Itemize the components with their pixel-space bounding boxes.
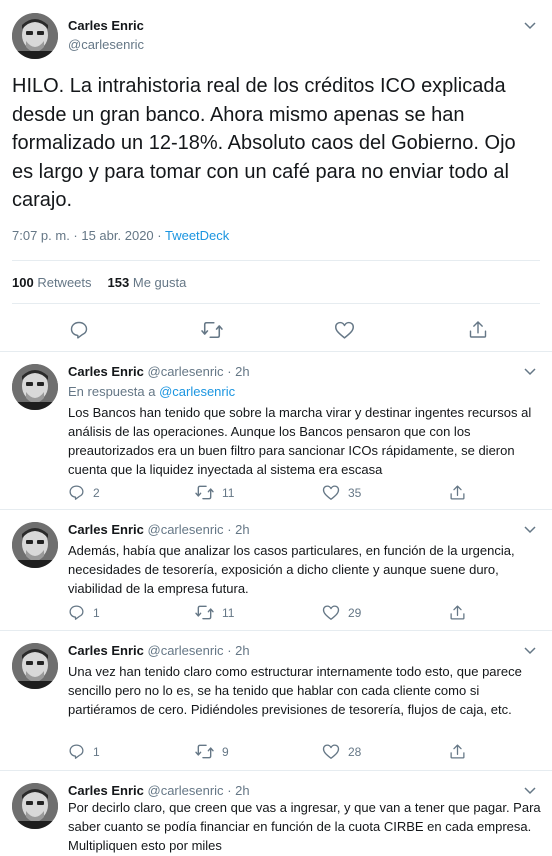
chevron-down-icon[interactable] (522, 783, 538, 799)
like-button[interactable]: 35 (322, 484, 361, 501)
reply-time[interactable]: · 2h (227, 783, 249, 798)
reply-icon[interactable] (69, 320, 89, 340)
author-name[interactable]: Carles Enric (68, 364, 144, 379)
author-handle[interactable]: @carlesenric (148, 522, 224, 537)
retweet-button[interactable]: 11 (195, 604, 234, 621)
share-icon[interactable] (468, 319, 488, 340)
reply-icon (69, 485, 84, 500)
reply-count: 2 (93, 485, 100, 500)
like-count: 29 (348, 605, 362, 620)
chevron-down-icon[interactable] (522, 643, 538, 659)
like-button[interactable]: 29 (322, 604, 361, 621)
like-count: 28 (348, 744, 362, 759)
avatar[interactable] (12, 364, 58, 410)
retweets-stat[interactable]: 100 Retweets (12, 275, 92, 290)
reply-header: Carles Enric @carlesenric · 2h (68, 643, 250, 658)
likes-count: 153 (107, 275, 130, 290)
retweets-label: Retweets (37, 275, 92, 290)
reply-text: Una vez han tenido claro como estructura… (68, 664, 522, 717)
reply-tweet[interactable]: Carles Enric @carlesenric · 2h Una vez h… (0, 631, 552, 771)
retweet-icon (195, 605, 214, 620)
author-name[interactable]: Carles Enric (68, 18, 144, 33)
share-icon (450, 485, 465, 500)
divider (12, 303, 540, 304)
tweet-meta: 7:07 p. m. · 15 abr. 2020 · TweetDeck (12, 228, 229, 243)
reply-actions: 2 11 35 (68, 484, 488, 502)
reply-text: Además, había que analizar los casos par… (68, 543, 515, 596)
retweets-count: 100 (12, 275, 34, 290)
author-name[interactable]: Carles Enric (68, 643, 144, 658)
share-button[interactable] (449, 743, 466, 760)
retweet-count: 9 (222, 744, 229, 759)
retweet-icon[interactable] (201, 320, 223, 340)
author-handle[interactable]: @carlesenric (148, 643, 224, 658)
tweet-text: HILO. La intrahistoria real de los crédi… (12, 75, 516, 211)
retweet-button[interactable]: 9 (195, 743, 229, 760)
divider (12, 260, 540, 261)
source-link[interactable]: TweetDeck (165, 228, 229, 243)
avatar[interactable] (12, 783, 58, 829)
reply-tweet[interactable]: Carles Enric @carlesenric · 2h Además, h… (0, 510, 552, 631)
like-button[interactable]: 28 (322, 743, 361, 760)
share-button[interactable] (449, 484, 466, 501)
reply-header: Carles Enric @carlesenric · 2h (68, 364, 250, 379)
reply-button[interactable]: 1 (68, 604, 100, 621)
reply-text: Los Bancos han tenido que sobre la march… (68, 405, 532, 477)
in-reply-prefix: En respuesta a (68, 384, 156, 399)
retweet-icon (195, 744, 214, 759)
reply-button[interactable]: 1 (68, 743, 100, 760)
in-reply-handle[interactable]: @carlesenric (159, 384, 235, 399)
chevron-down-icon[interactable] (522, 364, 538, 380)
heart-icon (322, 605, 340, 620)
author-handle[interactable]: @carlesenric (148, 783, 224, 798)
likes-label: Me gusta (132, 275, 187, 290)
avatar[interactable] (12, 522, 58, 568)
reply-tweet[interactable]: Carles Enric @carlesenric · 2h Por decir… (0, 771, 552, 856)
reply-count: 1 (93, 744, 100, 759)
author-name[interactable]: Carles Enric (68, 522, 144, 537)
reply-button[interactable]: 2 (68, 484, 100, 501)
tweet-stats: 100 Retweets 153 Me gusta (12, 275, 186, 290)
reply-time[interactable]: · 2h (227, 522, 249, 537)
retweet-icon (195, 485, 214, 500)
author-name[interactable]: Carles Enric (68, 783, 144, 798)
share-icon (450, 744, 465, 759)
chevron-down-icon[interactable] (522, 18, 538, 34)
avatar[interactable] (12, 13, 58, 59)
heart-icon (322, 744, 340, 759)
reply-header: Carles Enric @carlesenric · 2h (68, 522, 250, 537)
like-count: 35 (348, 485, 362, 500)
reply-time[interactable]: · 2h (227, 364, 249, 379)
share-button[interactable] (449, 604, 466, 621)
avatar[interactable] (12, 643, 58, 689)
retweet-button[interactable]: 11 (195, 484, 234, 501)
reply-tweet[interactable]: Carles Enric @carlesenric · 2h En respue… (0, 352, 552, 510)
retweet-count: 11 (222, 605, 235, 620)
reply-text: Por decirlo claro, que creen que vas a i… (68, 800, 541, 853)
in-reply-to: En respuesta a @carlesenric (68, 384, 235, 399)
reply-icon (69, 744, 84, 759)
reply-time[interactable]: · 2h (227, 643, 249, 658)
author-handle[interactable]: @carlesenric (148, 364, 224, 379)
author-handle[interactable]: @carlesenric (68, 37, 144, 52)
retweet-count: 11 (222, 485, 235, 500)
tweet-actions (0, 318, 552, 342)
likes-stat[interactable]: 153 Me gusta (108, 275, 187, 290)
reply-header: Carles Enric @carlesenric · 2h (68, 783, 250, 798)
reply-icon (69, 605, 84, 620)
share-icon (450, 605, 465, 620)
chevron-down-icon[interactable] (522, 522, 538, 538)
heart-icon (322, 485, 340, 500)
reply-actions: 1 11 29 (68, 604, 488, 622)
heart-icon[interactable] (334, 320, 355, 340)
meta-separator: · (153, 228, 165, 243)
reply-actions: 1 9 28 (68, 743, 488, 761)
reply-count: 1 (93, 605, 100, 620)
timestamp[interactable]: 7:07 p. m. · 15 abr. 2020 (12, 228, 154, 243)
main-tweet: Carles Enric @carlesenric HILO. La intra… (0, 0, 552, 352)
